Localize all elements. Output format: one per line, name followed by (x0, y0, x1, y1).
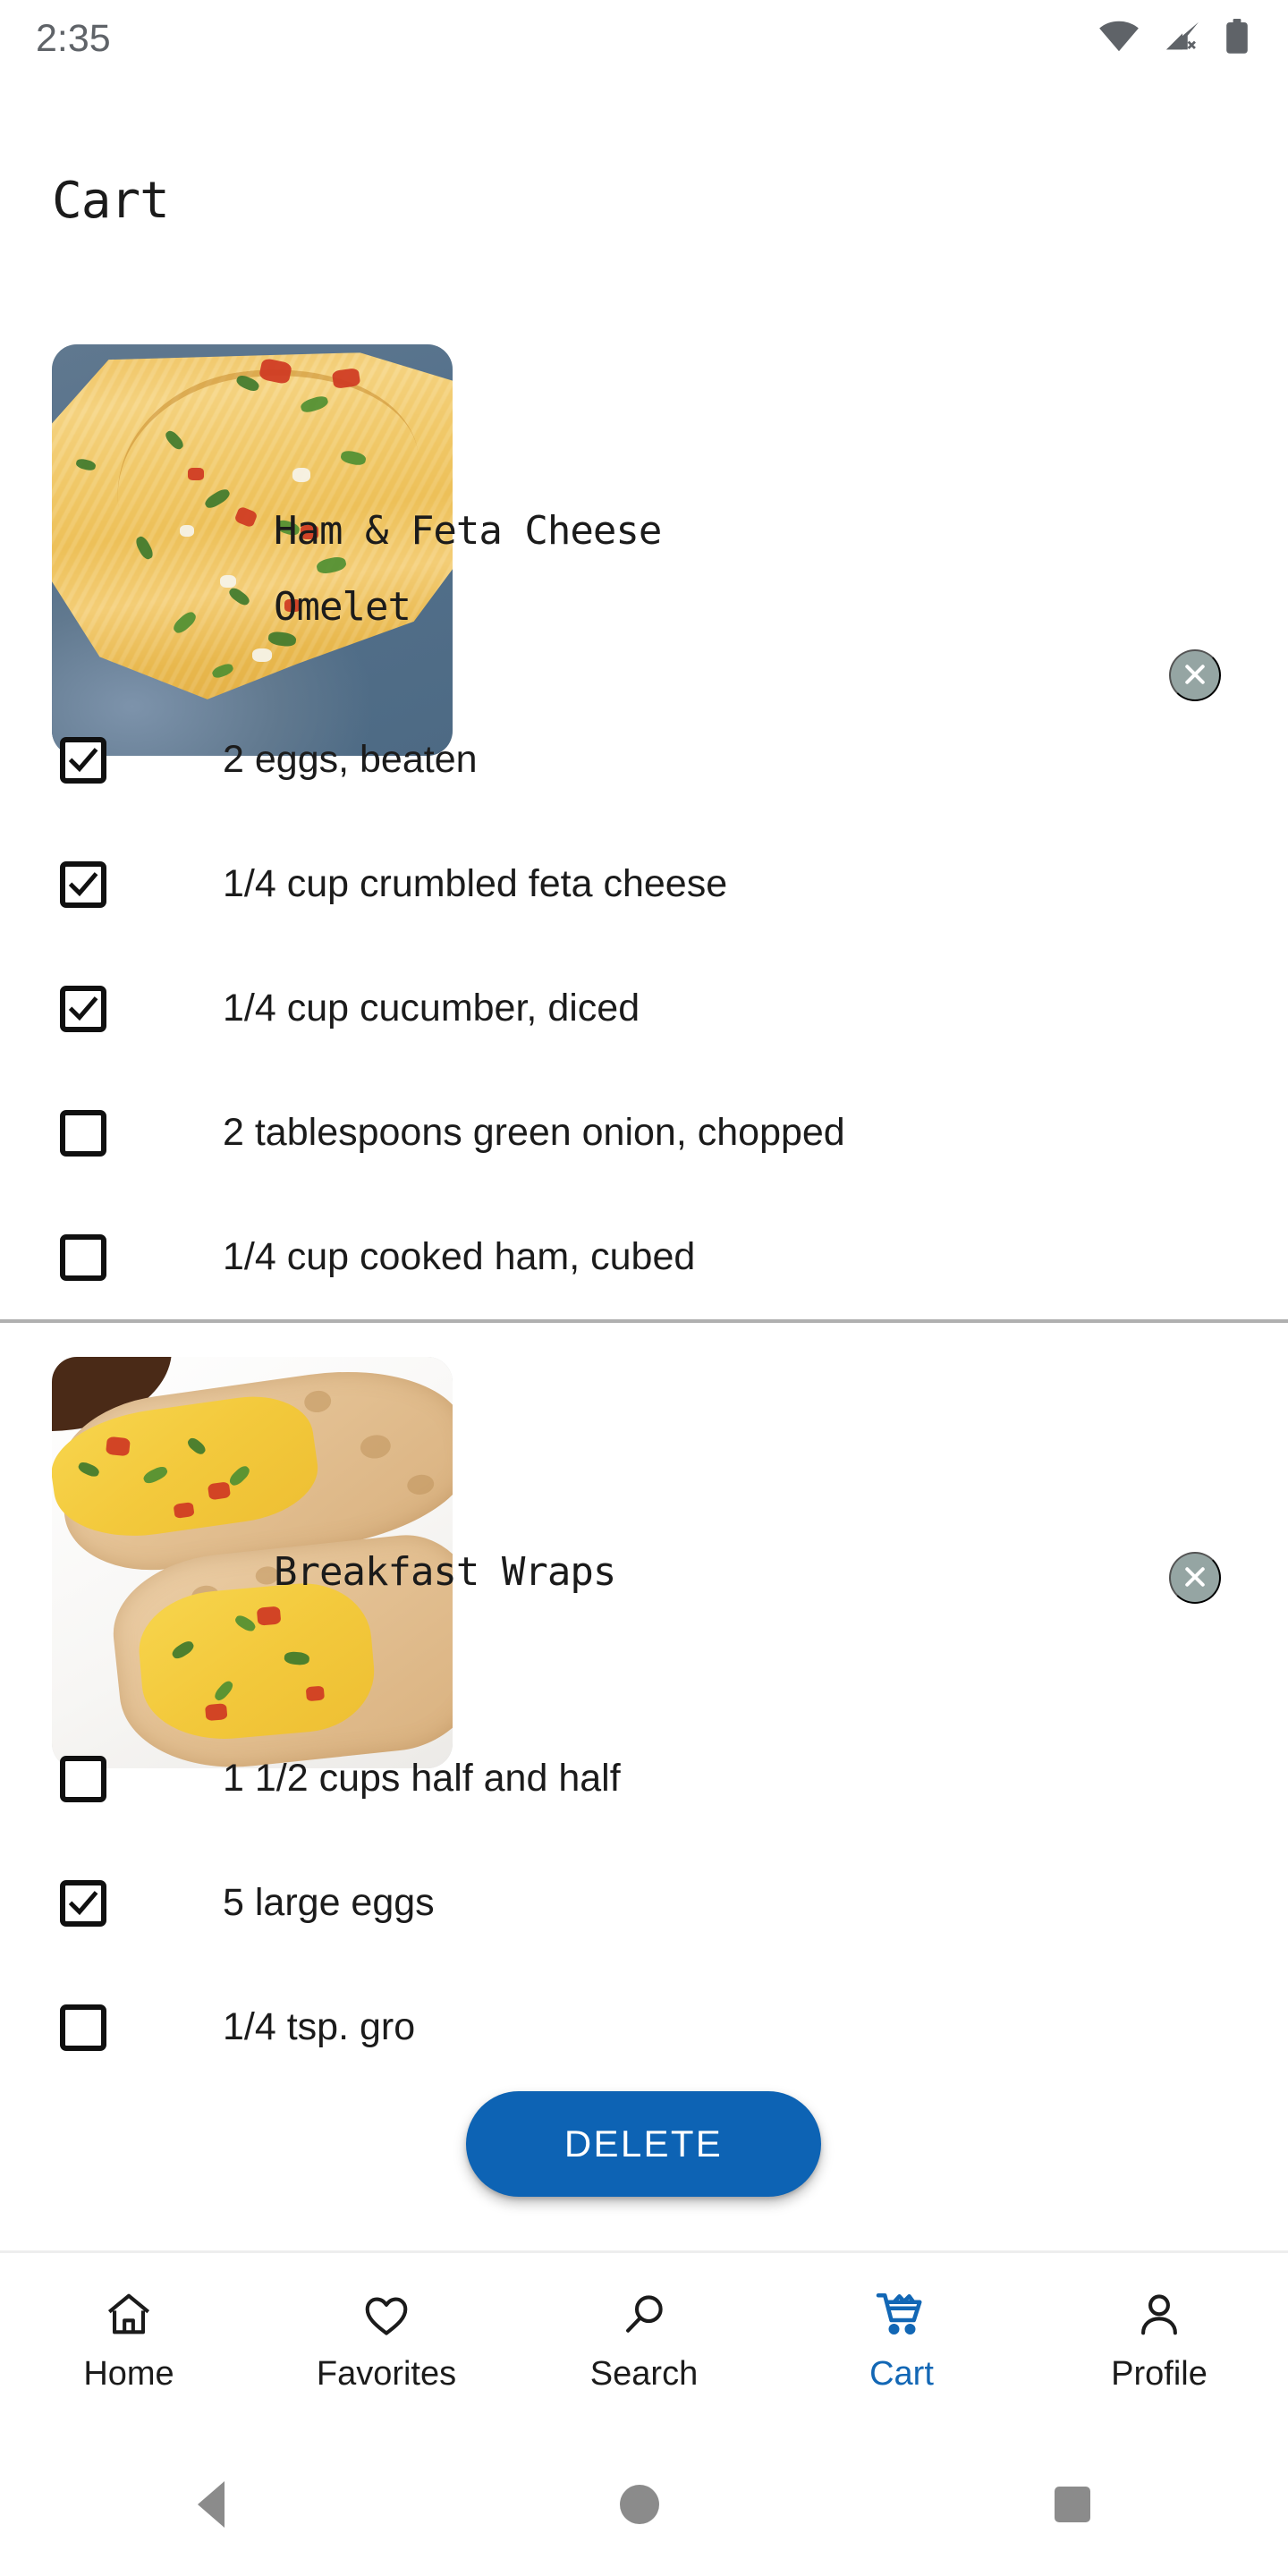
page-title: Cart (52, 172, 170, 230)
recents-button[interactable] (1055, 2487, 1090, 2522)
ingredient-label: 2 tablespoons green onion, chopped (223, 1111, 845, 1154)
recipe-title-line-1: Ham & Feta Cheese (274, 508, 662, 554)
cellular-off-icon (1163, 21, 1202, 57)
android-system-navigation (0, 2433, 1288, 2576)
ingredient-row[interactable]: 2 eggs, beaten (0, 698, 1288, 822)
back-button[interactable] (198, 2481, 225, 2528)
recipe-title-line-1: Breakfast Wraps (274, 1549, 616, 1595)
ingredient-checkbox[interactable] (60, 860, 106, 908)
ingredient-checkbox[interactable] (60, 1109, 106, 1157)
nav-item-home[interactable]: Home (0, 2253, 258, 2433)
ingredient-row[interactable]: 1/4 cup cooked ham, cubed (0, 1195, 1288, 1319)
status-bar: 2:35 (0, 0, 1288, 77)
delete-button[interactable]: DELETE (466, 2091, 821, 2197)
home-icon (103, 2287, 155, 2343)
remove-item-button[interactable] (1169, 649, 1221, 701)
ingredient-list: 2 eggs, beaten 1/4 cup crumbled feta che… (0, 698, 1288, 1319)
ingredient-row[interactable]: 5 large eggs (0, 1841, 1288, 1965)
ingredient-label: 1/4 cup cucumber, diced (223, 987, 640, 1030)
ingredient-row[interactable]: 2 tablespoons green onion, chopped (0, 1071, 1288, 1195)
nav-item-cart[interactable]: Cart (773, 2253, 1030, 2433)
ingredient-checkbox[interactable] (60, 2004, 106, 2051)
ingredient-checkbox[interactable] (60, 1755, 106, 1802)
nav-item-profile[interactable]: Profile (1030, 2253, 1288, 2433)
ingredient-label: 5 large eggs (223, 1881, 435, 1924)
ingredient-row[interactable]: 1 1/2 cups half and half (0, 1716, 1288, 1841)
ingredient-label: 1/4 cup crumbled feta cheese (223, 862, 728, 905)
recipe-title-line-2: Omelet (274, 584, 411, 630)
ingredient-checkbox[interactable] (60, 1879, 106, 1927)
nav-label-profile: Profile (1111, 2355, 1208, 2393)
search-icon (618, 2287, 670, 2343)
ingredient-label: 1/4 tsp. gro (223, 2005, 416, 2048)
ingredient-label: 2 eggs, beaten (223, 738, 478, 781)
ingredient-row[interactable]: 1/4 cup cucumber, diced (0, 946, 1288, 1071)
cart-item-header: Ham & Feta Cheese Omelet (0, 268, 1288, 756)
cart-item: Breakfast Wraps 1 1/2 cups half and half… (0, 1323, 1288, 2089)
ingredient-row[interactable]: 1/4 cup crumbled feta cheese (0, 822, 1288, 946)
close-icon (1182, 661, 1208, 691)
cart-list[interactable]: Ham & Feta Cheese Omelet 2 eggs, beaten (0, 268, 1288, 2247)
bottom-navigation-bar: Home Favorites Search Cart Profile (0, 2250, 1288, 2433)
ingredient-label: 1/4 cup cooked ham, cubed (223, 1235, 696, 1278)
wifi-icon (1098, 21, 1140, 57)
nav-item-search[interactable]: Search (515, 2253, 773, 2433)
ingredient-list: 1 1/2 cups half and half 5 large eggs 1/… (0, 1716, 1288, 2089)
ingredient-checkbox[interactable] (60, 985, 106, 1032)
close-icon (1182, 1563, 1208, 1593)
cart-item: Ham & Feta Cheese Omelet 2 eggs, beaten (0, 268, 1288, 1319)
nav-label-search: Search (589, 2355, 699, 2393)
ingredient-checkbox[interactable] (60, 736, 106, 784)
heart-icon (360, 2287, 412, 2343)
ingredient-checkbox[interactable] (60, 1233, 106, 1281)
nav-item-favorites[interactable]: Favorites (258, 2253, 515, 2433)
person-icon (1133, 2287, 1185, 2343)
status-bar-icons (1098, 18, 1249, 59)
status-bar-clock: 2:35 (36, 16, 111, 60)
nav-label-cart: Cart (869, 2355, 934, 2393)
nav-label-home: Home (83, 2355, 174, 2393)
remove-item-button[interactable] (1169, 1552, 1221, 1604)
battery-icon (1225, 18, 1249, 59)
nav-label-favorites: Favorites (316, 2355, 457, 2393)
home-button[interactable] (620, 2485, 659, 2524)
cart-item-header: Breakfast Wraps (0, 1323, 1288, 1768)
cart-icon (875, 2287, 928, 2343)
ingredient-row[interactable]: 1/4 tsp. gro (0, 1965, 1288, 2089)
ingredient-label: 1 1/2 cups half and half (223, 1757, 621, 1800)
